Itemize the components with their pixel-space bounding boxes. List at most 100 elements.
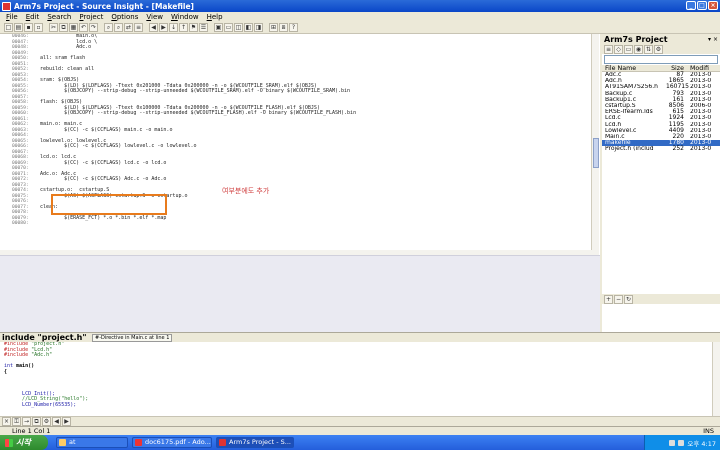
tile-windows-icon[interactable]: ⊞ — [269, 23, 278, 32]
status-bar: Line 1 Col 1 INS — [0, 426, 720, 435]
pdf-icon — [135, 439, 142, 446]
close-pane-icon[interactable]: × — [713, 36, 718, 43]
code-text: { — [4, 368, 8, 375]
replace-icon[interactable]: ⇄ — [124, 23, 133, 32]
menu-options[interactable]: Options — [107, 13, 142, 21]
taskbar-item-folder[interactable]: at — [56, 437, 128, 448]
taskbar-item-pdf[interactable]: doc6175.pdf - Ado... — [132, 437, 212, 448]
help-icon[interactable]: ? — [289, 23, 298, 32]
source-insight-window: Arm7s Project - Source Insight - [Makefi… — [0, 0, 720, 450]
tray-network-icon[interactable] — [669, 439, 676, 446]
tray-volume-icon[interactable] — [678, 439, 685, 446]
lookup-references-icon[interactable]: ≡ — [134, 23, 143, 32]
file-name: Project.h (includ — [605, 146, 654, 153]
browse-icon[interactable]: ◉ — [634, 44, 643, 54]
start-label: 시작 — [16, 438, 31, 447]
context-lock-icon[interactable]: ⚿ — [12, 417, 21, 426]
folder-icon[interactable]: ▭ — [624, 44, 633, 54]
start-button[interactable]: 시작 — [0, 435, 48, 450]
project-window: Arm7s Project ▾ × ≡ ◇ ▭ ◉ ⇅ ⚙ File Name … — [600, 34, 720, 332]
clip-window-icon[interactable]: ◨ — [254, 23, 263, 32]
context-close-icon[interactable]: × — [2, 417, 11, 426]
pin-icon[interactable]: ▾ — [708, 36, 711, 43]
new-file-icon[interactable]: □ — [4, 23, 13, 32]
context-symbol-title: include "project.h" — [2, 333, 87, 342]
jump-icon[interactable]: ↓ — [169, 23, 178, 32]
bookmark-icon[interactable]: ⚑ — [189, 23, 198, 32]
redo-icon[interactable]: ↷ — [89, 23, 98, 32]
editor-vertical-scrollbar[interactable] — [591, 34, 599, 255]
open-file-icon[interactable]: ▤ — [14, 23, 23, 32]
project-window-header: Arm7s Project ▾ × — [602, 34, 720, 44]
toolbar-separator — [99, 23, 103, 32]
line-number: 00080: — [12, 221, 29, 226]
menu-window[interactable]: Window — [167, 13, 203, 21]
symbol-list-icon[interactable]: ◇ — [614, 44, 623, 54]
context-window-icon[interactable]: ▭ — [224, 23, 233, 32]
menu-help[interactable]: Help — [203, 13, 227, 21]
project-window-icon[interactable]: ◧ — [244, 23, 253, 32]
context-prev-icon[interactable]: ◀ — [52, 417, 61, 426]
context-copy-icon[interactable]: ⧉ — [32, 417, 41, 426]
menu-search[interactable]: Search — [43, 13, 75, 21]
project-window-bottom-toolbar: + − ↻ — [602, 294, 720, 304]
jump-up-icon[interactable]: ↑ — [179, 23, 188, 32]
context-next-icon[interactable]: ▶ — [62, 417, 71, 426]
sync-icon[interactable]: ↻ — [624, 294, 633, 304]
windows-flag-icon — [5, 438, 13, 447]
file-search-input[interactable] — [604, 55, 718, 64]
project-window-toolbar: ≡ ◇ ▭ ◉ ⇅ ⚙ — [602, 44, 720, 54]
column-file-name[interactable]: File Name — [602, 65, 666, 71]
menu-project[interactable]: Project — [75, 13, 107, 21]
symbol-window-icon[interactable]: ▣ — [214, 23, 223, 32]
context-jump-icon[interactable]: → — [22, 417, 31, 426]
forward-icon[interactable]: ▶ — [159, 23, 168, 32]
clock: 오후 4:17 — [687, 439, 716, 448]
app-icon — [2, 1, 11, 11]
search-files-icon[interactable]: ⌕ — [114, 23, 123, 32]
copy-icon[interactable]: ⧉ — [59, 23, 68, 32]
file-list-icon[interactable]: ≡ — [604, 44, 613, 54]
menu-view[interactable]: View — [142, 13, 167, 21]
code-line: 00080: — [0, 221, 591, 227]
save-all-icon[interactable]: ▫ — [34, 23, 43, 32]
back-icon[interactable]: ◀ — [149, 23, 158, 32]
save-icon[interactable]: ▪ — [24, 23, 33, 32]
insert-mode: INS — [703, 427, 714, 435]
main-toolbar: □ ▤ ▪ ▫ ✂ ⧉ ▦ ↶ ↷ ⌕ ⌕ ⇄ ≡ ◀ ▶ ↓ ↑ ⚑ ☰ ▣ … — [0, 22, 720, 34]
file-table-header: File Name Size Modifi — [602, 65, 720, 72]
project-window-title: Arm7s Project — [604, 34, 668, 44]
remove-file-icon[interactable]: − — [614, 294, 623, 304]
scroll-thumb[interactable] — [593, 138, 599, 168]
close-button[interactable]: × — [708, 1, 718, 10]
code-text: "Adc.h" — [28, 352, 53, 358]
sort-icon[interactable]: ⇅ — [644, 44, 653, 54]
menu-file[interactable]: File — [2, 13, 22, 21]
cascade-windows-icon[interactable]: ⧈ — [279, 23, 288, 32]
menu-edit[interactable]: Edit — [22, 13, 44, 21]
context-settings-icon[interactable]: ⚙ — [42, 417, 51, 426]
folder-icon — [59, 439, 66, 446]
context-location-tag: #-Directive in Main.c at line 1 — [92, 334, 173, 342]
search-icon[interactable]: ⌕ — [104, 23, 113, 32]
taskbar-item-source-insight[interactable]: Arm7s Project - S... — [216, 437, 294, 448]
code-editor[interactable]: 00046: main.o\ 00047: lcd.o \ 00048: Adc.o… — [0, 34, 591, 255]
highlight-box — [51, 194, 167, 215]
relation-window-icon[interactable]: ◫ — [234, 23, 243, 32]
add-file-icon[interactable]: + — [604, 294, 613, 304]
cursor-position: Line 1 Col 1 — [12, 427, 51, 435]
paste-icon[interactable]: ▦ — [69, 23, 78, 32]
file-row[interactable]: Project.h (includ 252 2013-0 — [602, 146, 720, 152]
editor-empty-area — [0, 255, 600, 332]
cut-icon[interactable]: ✂ — [49, 23, 58, 32]
column-modified[interactable]: Modifi — [686, 65, 716, 71]
code-text: main() — [13, 363, 35, 369]
undo-icon[interactable]: ↶ — [79, 23, 88, 32]
context-window-code[interactable]: #include "project.h" #include "Lcd.h" #inc… — [0, 342, 712, 416]
bookmark-list-icon[interactable]: ☰ — [199, 23, 208, 32]
context-vertical-scrollbar[interactable] — [712, 342, 720, 416]
maximize-button[interactable]: □ — [697, 1, 707, 10]
settings-icon[interactable]: ⚙ — [654, 44, 663, 54]
context-window-header: include "project.h" #-Directive in Main.… — [0, 332, 720, 342]
minimize-button[interactable]: _ — [686, 1, 696, 10]
